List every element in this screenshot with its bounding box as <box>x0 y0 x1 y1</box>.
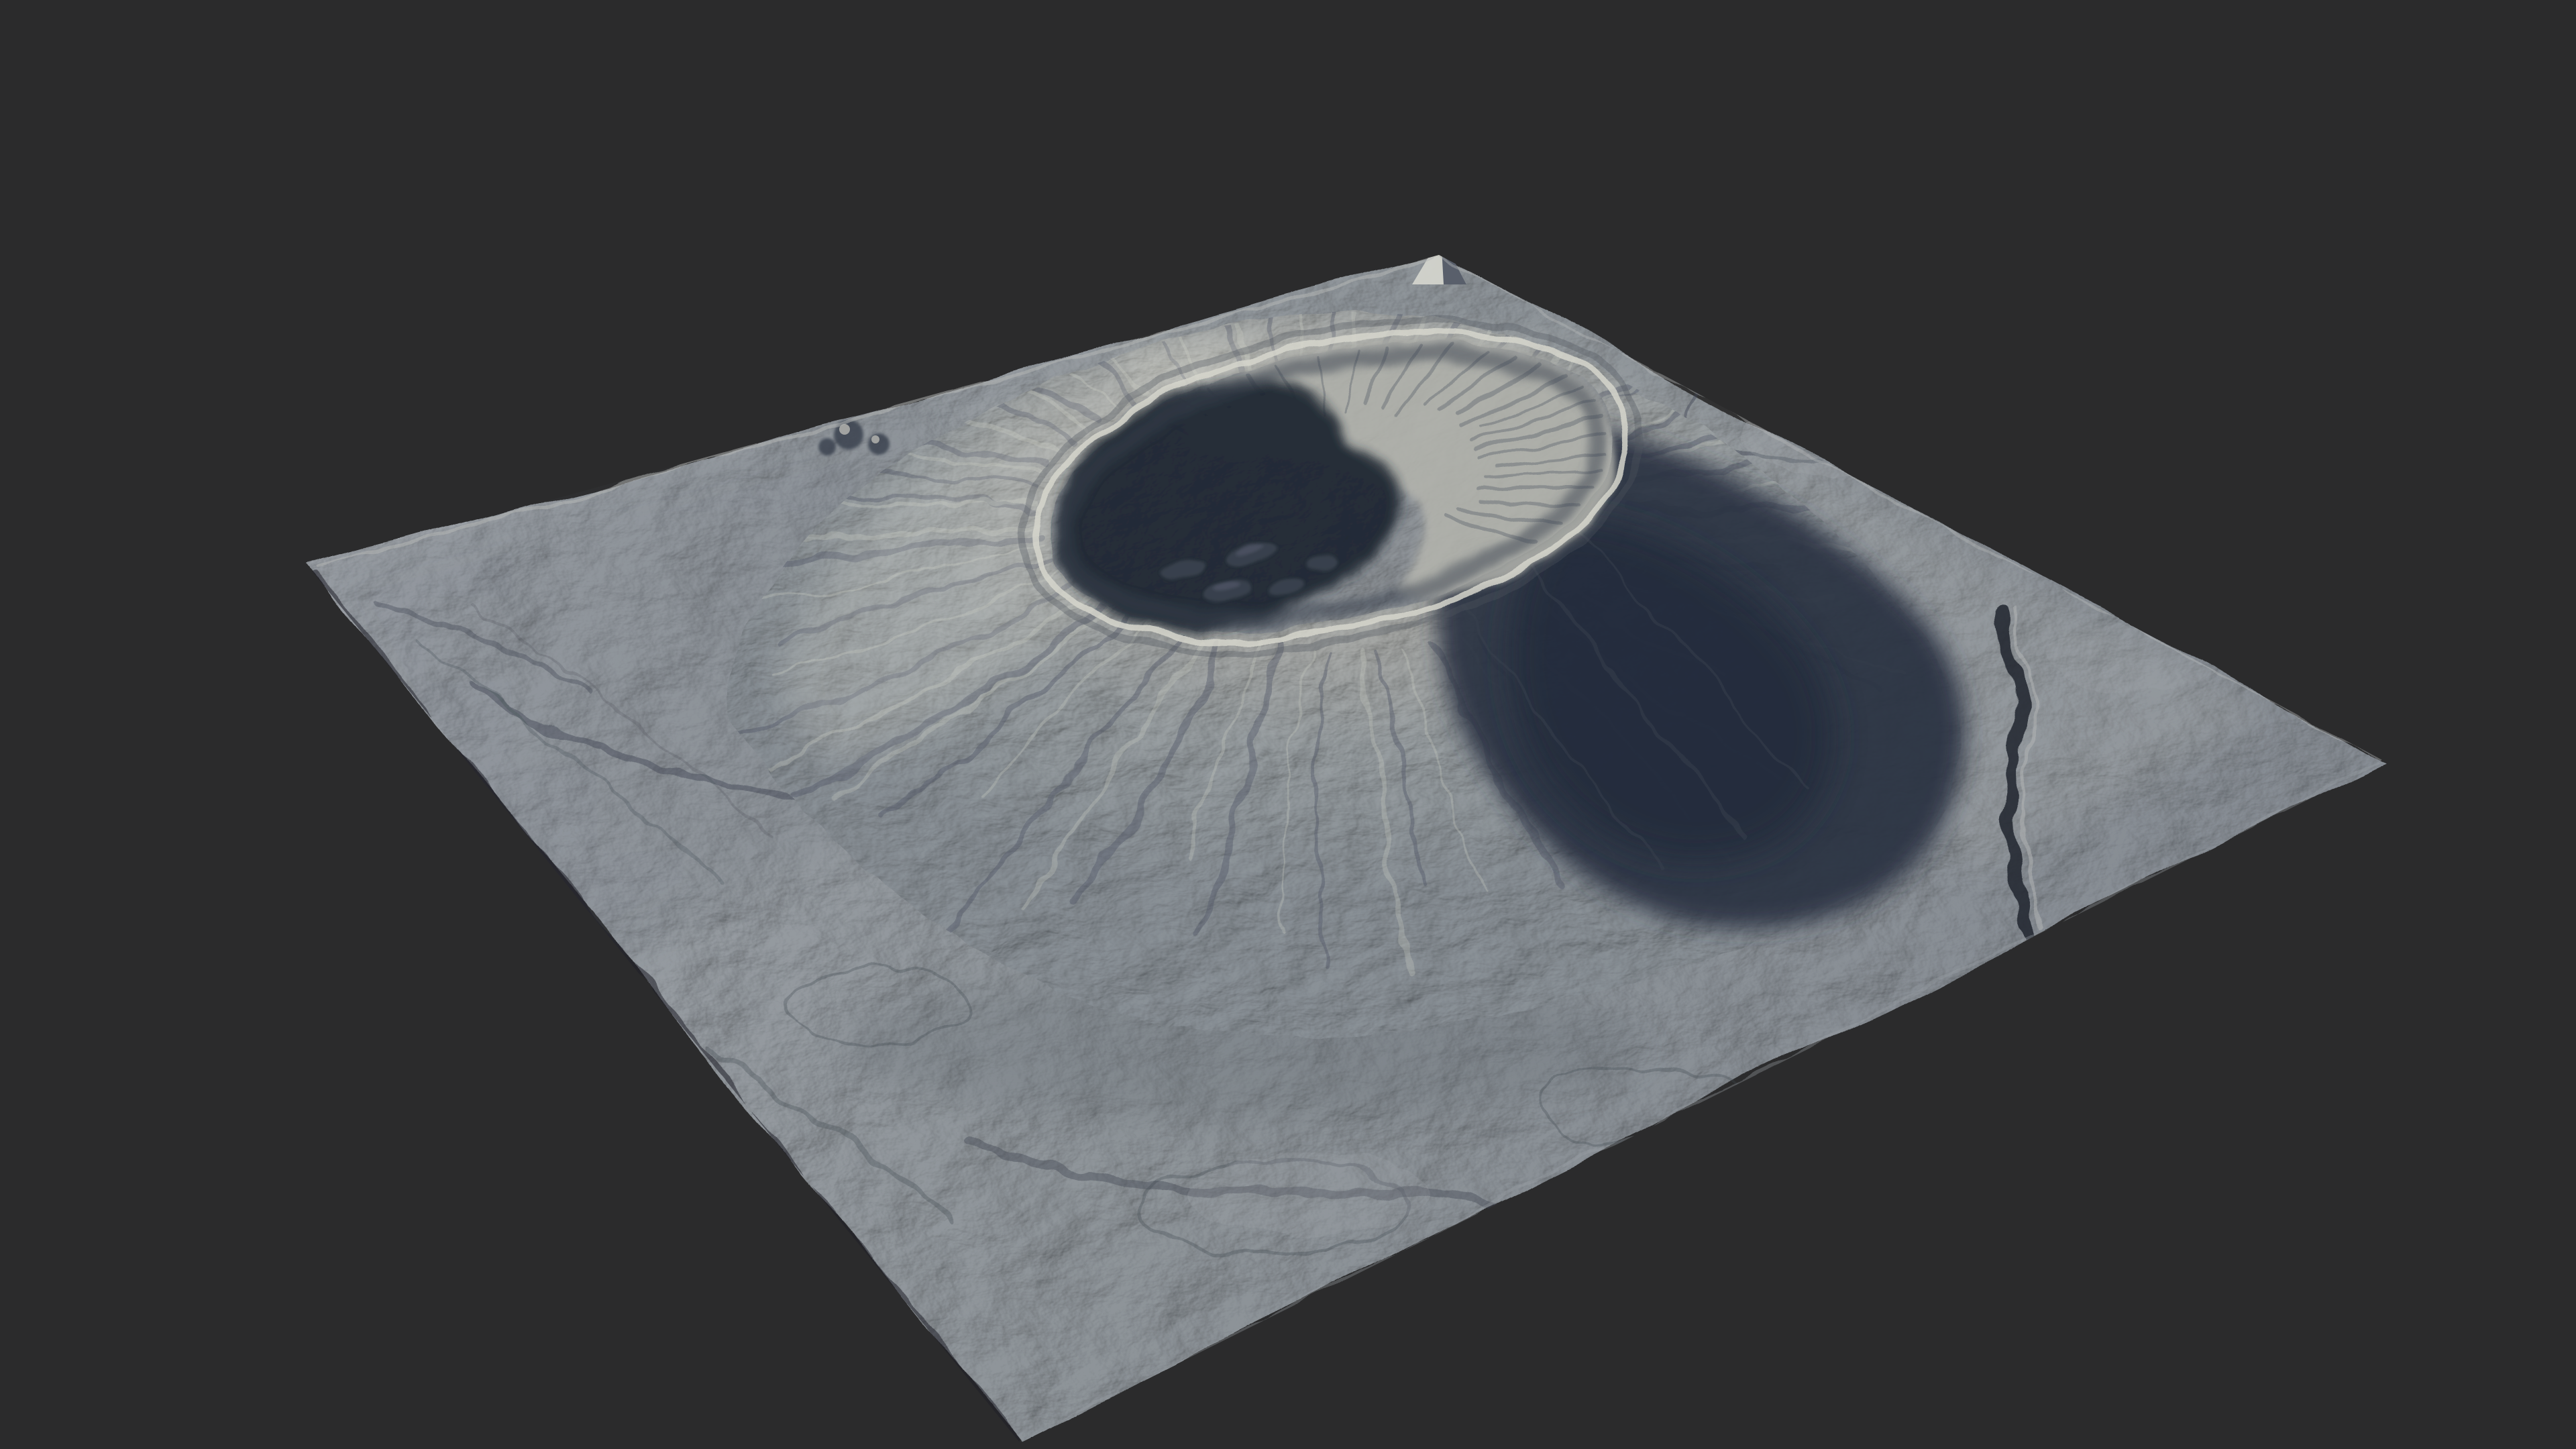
render-viewport <box>0 0 2576 1449</box>
rock-bump <box>818 438 836 455</box>
lava-patch-fill <box>1187 1154 1429 1234</box>
rock-bump-highlight <box>871 435 879 443</box>
terrain-render-svg <box>0 0 2576 1449</box>
rock-bump-highlight <box>839 424 850 435</box>
rock-bump <box>868 433 890 455</box>
